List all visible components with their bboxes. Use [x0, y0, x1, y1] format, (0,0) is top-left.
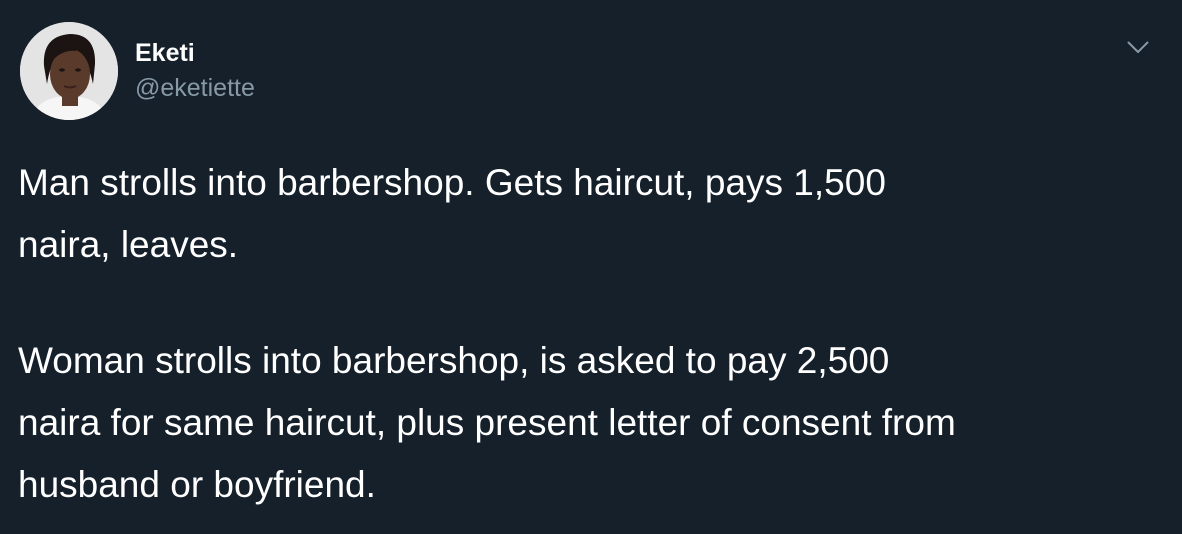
chevron-down-icon [1127, 41, 1149, 53]
avatar-image [20, 22, 118, 120]
tweet-header: Eketi @eketiette [20, 22, 255, 120]
user-handle[interactable]: @eketiette [135, 71, 255, 105]
tweet-card: Eketi @eketiette Man strolls into barber… [0, 0, 1182, 534]
tweet-paragraph: Woman strolls into barbershop, is asked … [18, 340, 956, 505]
tweet-text: Man strolls into barbershop. Gets haircu… [18, 152, 1168, 516]
user-names: Eketi @eketiette [135, 37, 255, 105]
display-name[interactable]: Eketi [135, 37, 255, 69]
avatar[interactable] [20, 22, 118, 120]
tweet-menu-button[interactable] [1124, 36, 1152, 58]
tweet-paragraph: Man strolls into barbershop. Gets haircu… [18, 162, 886, 265]
